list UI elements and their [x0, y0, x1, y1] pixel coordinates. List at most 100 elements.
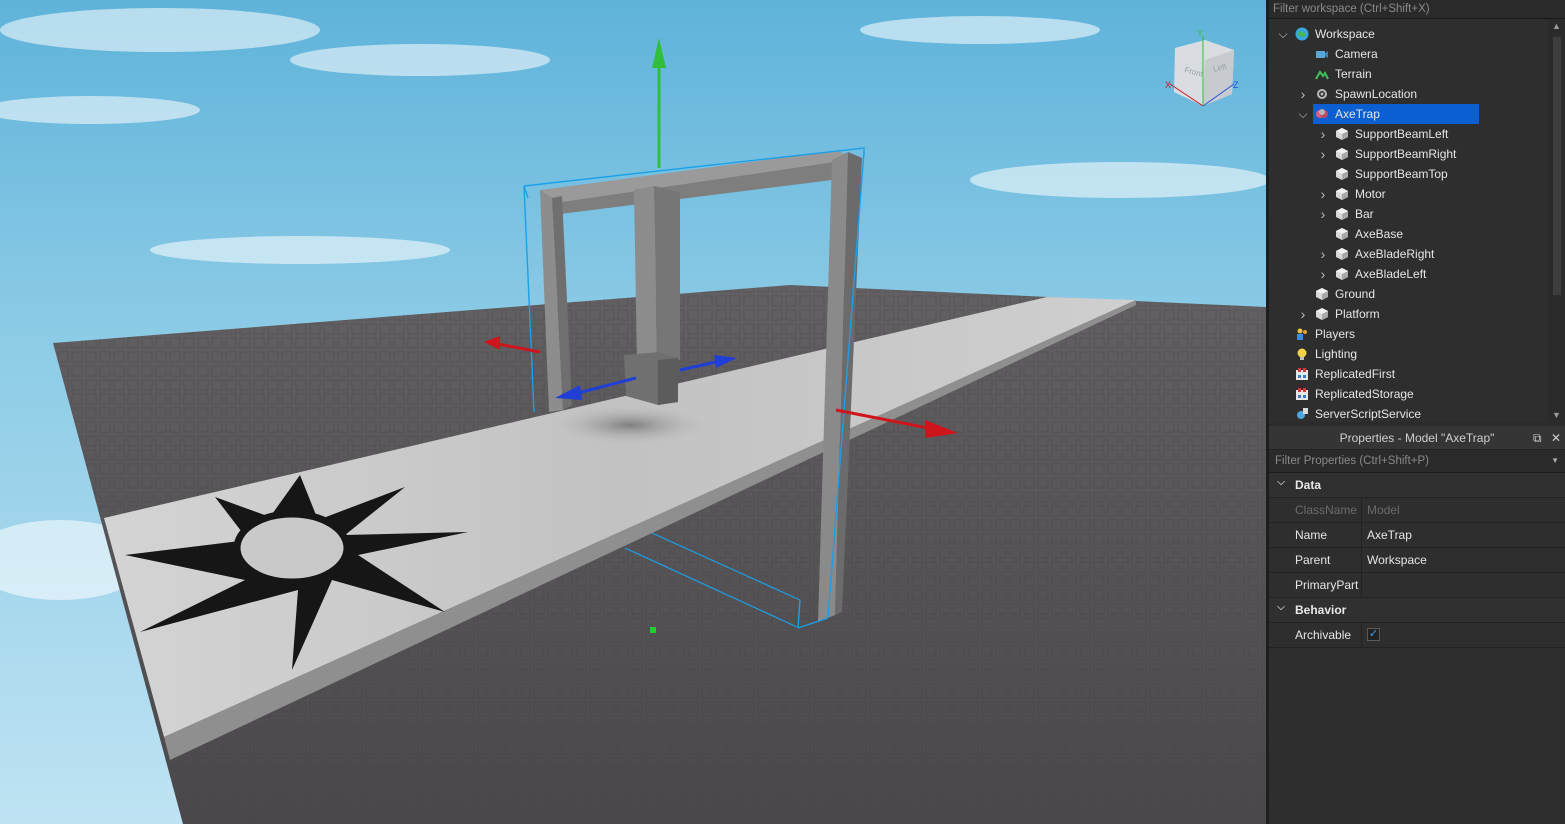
part-icon	[1335, 267, 1349, 281]
explorer-panel: Filter workspace (Ctrl+Shift+X) ⌵ Workspa…	[1269, 0, 1565, 422]
camera-icon	[1315, 47, 1329, 61]
archivable-checkbox[interactable]: ✓	[1367, 628, 1380, 641]
tree-item-terrain[interactable]: Terrain	[1269, 64, 1549, 84]
tree-item-axebladeright[interactable]: › AxeBladeRight	[1269, 244, 1549, 264]
tree-item-label: Platform	[1335, 307, 1380, 321]
prop-name-value[interactable]: AxeTrap	[1367, 523, 1412, 548]
chevron-right-icon[interactable]: ›	[1297, 304, 1309, 324]
close-icon[interactable]: ✕	[1551, 431, 1561, 445]
prop-parent-value[interactable]: Workspace	[1367, 548, 1427, 573]
chevron-down-icon[interactable]: ⌵	[1275, 473, 1287, 493]
svg-text:Z: Z	[1233, 80, 1239, 90]
part-icon	[1335, 167, 1349, 181]
chevron-right-icon[interactable]: ›	[1317, 204, 1329, 224]
part-icon	[1335, 187, 1349, 201]
prop-row-primarypart[interactable]: PrimaryPart	[1269, 573, 1565, 598]
tree-item-label: Camera	[1335, 47, 1378, 61]
tree-item-axebase[interactable]: AxeBase	[1269, 224, 1549, 244]
prop-row-classname: ClassName Model	[1269, 498, 1565, 523]
tree-item-label: SpawnLocation	[1335, 87, 1418, 101]
scrollbar-thumb[interactable]	[1553, 37, 1561, 295]
scroll-up-icon[interactable]: ▲	[1548, 19, 1565, 33]
section-data[interactable]: ⌵ Data	[1269, 473, 1565, 498]
tree-item-workspace[interactable]: ⌵ Workspace	[1269, 24, 1549, 44]
part-icon	[1335, 127, 1349, 141]
properties-title: Properties - Model "AxeTrap"	[1339, 431, 1495, 445]
svg-text:Y: Y	[1197, 28, 1203, 38]
chevron-right-icon[interactable]: ›	[1317, 144, 1329, 164]
tree-item-label: ReplicatedFirst	[1315, 367, 1396, 381]
tree-item-ground[interactable]: Ground	[1269, 284, 1549, 304]
tree-item-label: Terrain	[1335, 67, 1372, 81]
tree-item-label: Motor	[1355, 187, 1386, 201]
tree-item-supportbeamtop[interactable]: SupportBeamTop	[1269, 164, 1549, 184]
3d-viewport[interactable]: Front Left X Y Z	[0, 0, 1266, 824]
tree-item-bar[interactable]: › Bar	[1269, 204, 1549, 224]
tree-item-spawnlocation[interactable]: › SpawnLocation	[1269, 84, 1549, 104]
chevron-right-icon[interactable]: ›	[1297, 84, 1309, 104]
tree-item-label: Players	[1315, 327, 1356, 341]
axe-shadow	[550, 405, 710, 445]
scene[interactable]: Front Left X Y Z	[0, 0, 1266, 824]
tree-item-motor[interactable]: › Motor	[1269, 184, 1549, 204]
explorer-filter-input[interactable]: Filter workspace (Ctrl+Shift+X)	[1269, 0, 1565, 19]
prop-row-parent[interactable]: Parent Workspace	[1269, 548, 1565, 573]
properties-filter-input[interactable]: Filter Properties (Ctrl+Shift+P) ▼	[1269, 450, 1565, 473]
replicated-icon	[1295, 367, 1309, 381]
prop-row-archivable[interactable]: Archivable ✓	[1269, 623, 1565, 648]
chevron-down-icon[interactable]: ⌵	[1275, 598, 1287, 618]
chevron-down-icon[interactable]: ⌵	[1277, 24, 1289, 44]
tree-item-camera[interactable]: Camera	[1269, 44, 1549, 64]
prop-row-name[interactable]: Name AxeTrap	[1269, 523, 1565, 548]
tree-item-axebladeleft[interactable]: › AxeBladeLeft	[1269, 264, 1549, 284]
chevron-right-icon[interactable]: ›	[1317, 184, 1329, 204]
tree-item-label: AxeBase	[1355, 227, 1404, 241]
tree-item-supportbeamleft[interactable]: › SupportBeamLeft	[1269, 124, 1549, 144]
chevron-right-icon[interactable]: ›	[1317, 264, 1329, 284]
tree-item-label: SupportBeamTop	[1355, 167, 1448, 181]
tree-item-label: AxeBladeLeft	[1355, 267, 1427, 281]
tree-item-label: Ground	[1335, 287, 1376, 301]
replicated-icon	[1295, 387, 1309, 401]
tree-item-label: AxeBladeRight	[1355, 247, 1435, 261]
section-behavior[interactable]: ⌵ Behavior	[1269, 598, 1565, 623]
part-icon	[1315, 287, 1329, 301]
model-icon	[1315, 107, 1329, 121]
chevron-right-icon[interactable]: ›	[1317, 124, 1329, 144]
terrain-icon	[1315, 67, 1329, 81]
chevron-down-icon[interactable]: ⌵	[1297, 104, 1309, 124]
properties-title-bar: Properties - Model "AxeTrap" ⧉ ✕	[1269, 426, 1565, 450]
scroll-down-icon[interactable]: ▼	[1548, 408, 1565, 422]
tree-item-label: SupportBeamLeft	[1355, 127, 1449, 141]
globe-icon	[1295, 27, 1309, 41]
svg-text:X: X	[1165, 80, 1171, 90]
tree-item-axetrap[interactable]: ⌵ AxeTrap	[1269, 104, 1549, 124]
spawn-gear-icon	[1315, 87, 1329, 101]
part-icon	[1335, 147, 1349, 161]
part-icon	[1335, 227, 1349, 241]
tree-item-label: AxeTrap	[1335, 107, 1380, 121]
undock-icon[interactable]: ⧉	[1533, 431, 1542, 445]
players-icon	[1295, 327, 1309, 341]
tree-item-label: SupportBeamRight	[1355, 147, 1457, 161]
tree-item-label: Workspace	[1315, 27, 1375, 41]
pivot-marker	[650, 627, 656, 633]
tree-item-replicatedstorage[interactable]: ReplicatedStorage	[1269, 384, 1549, 404]
tree-item-replicatedfirst[interactable]: ReplicatedFirst	[1269, 364, 1549, 384]
tree-item-platform[interactable]: › Platform	[1269, 304, 1549, 324]
tree-item-label: Lighting	[1315, 347, 1358, 361]
tree-item-supportbeamright[interactable]: › SupportBeamRight	[1269, 144, 1549, 164]
chevron-right-icon[interactable]: ›	[1317, 244, 1329, 264]
explorer-scrollbar[interactable]: ▲ ▼	[1548, 19, 1565, 422]
tree-item-players[interactable]: Players	[1269, 324, 1549, 344]
part-icon	[1335, 247, 1349, 261]
part-icon	[1315, 307, 1329, 321]
tree-item-label: Bar	[1355, 207, 1374, 221]
tree-item-label: ServerScriptService	[1315, 407, 1422, 421]
tree-item-serverscriptservice[interactable]: ServerScriptService	[1269, 404, 1549, 422]
part-icon	[1335, 207, 1349, 221]
tree-item-lighting[interactable]: Lighting	[1269, 344, 1549, 364]
tree-item-label: ReplicatedStorage	[1315, 387, 1414, 401]
chevron-down-icon[interactable]: ▼	[1551, 450, 1559, 472]
properties-panel: Properties - Model "AxeTrap" ⧉ ✕ Filter …	[1269, 426, 1565, 824]
